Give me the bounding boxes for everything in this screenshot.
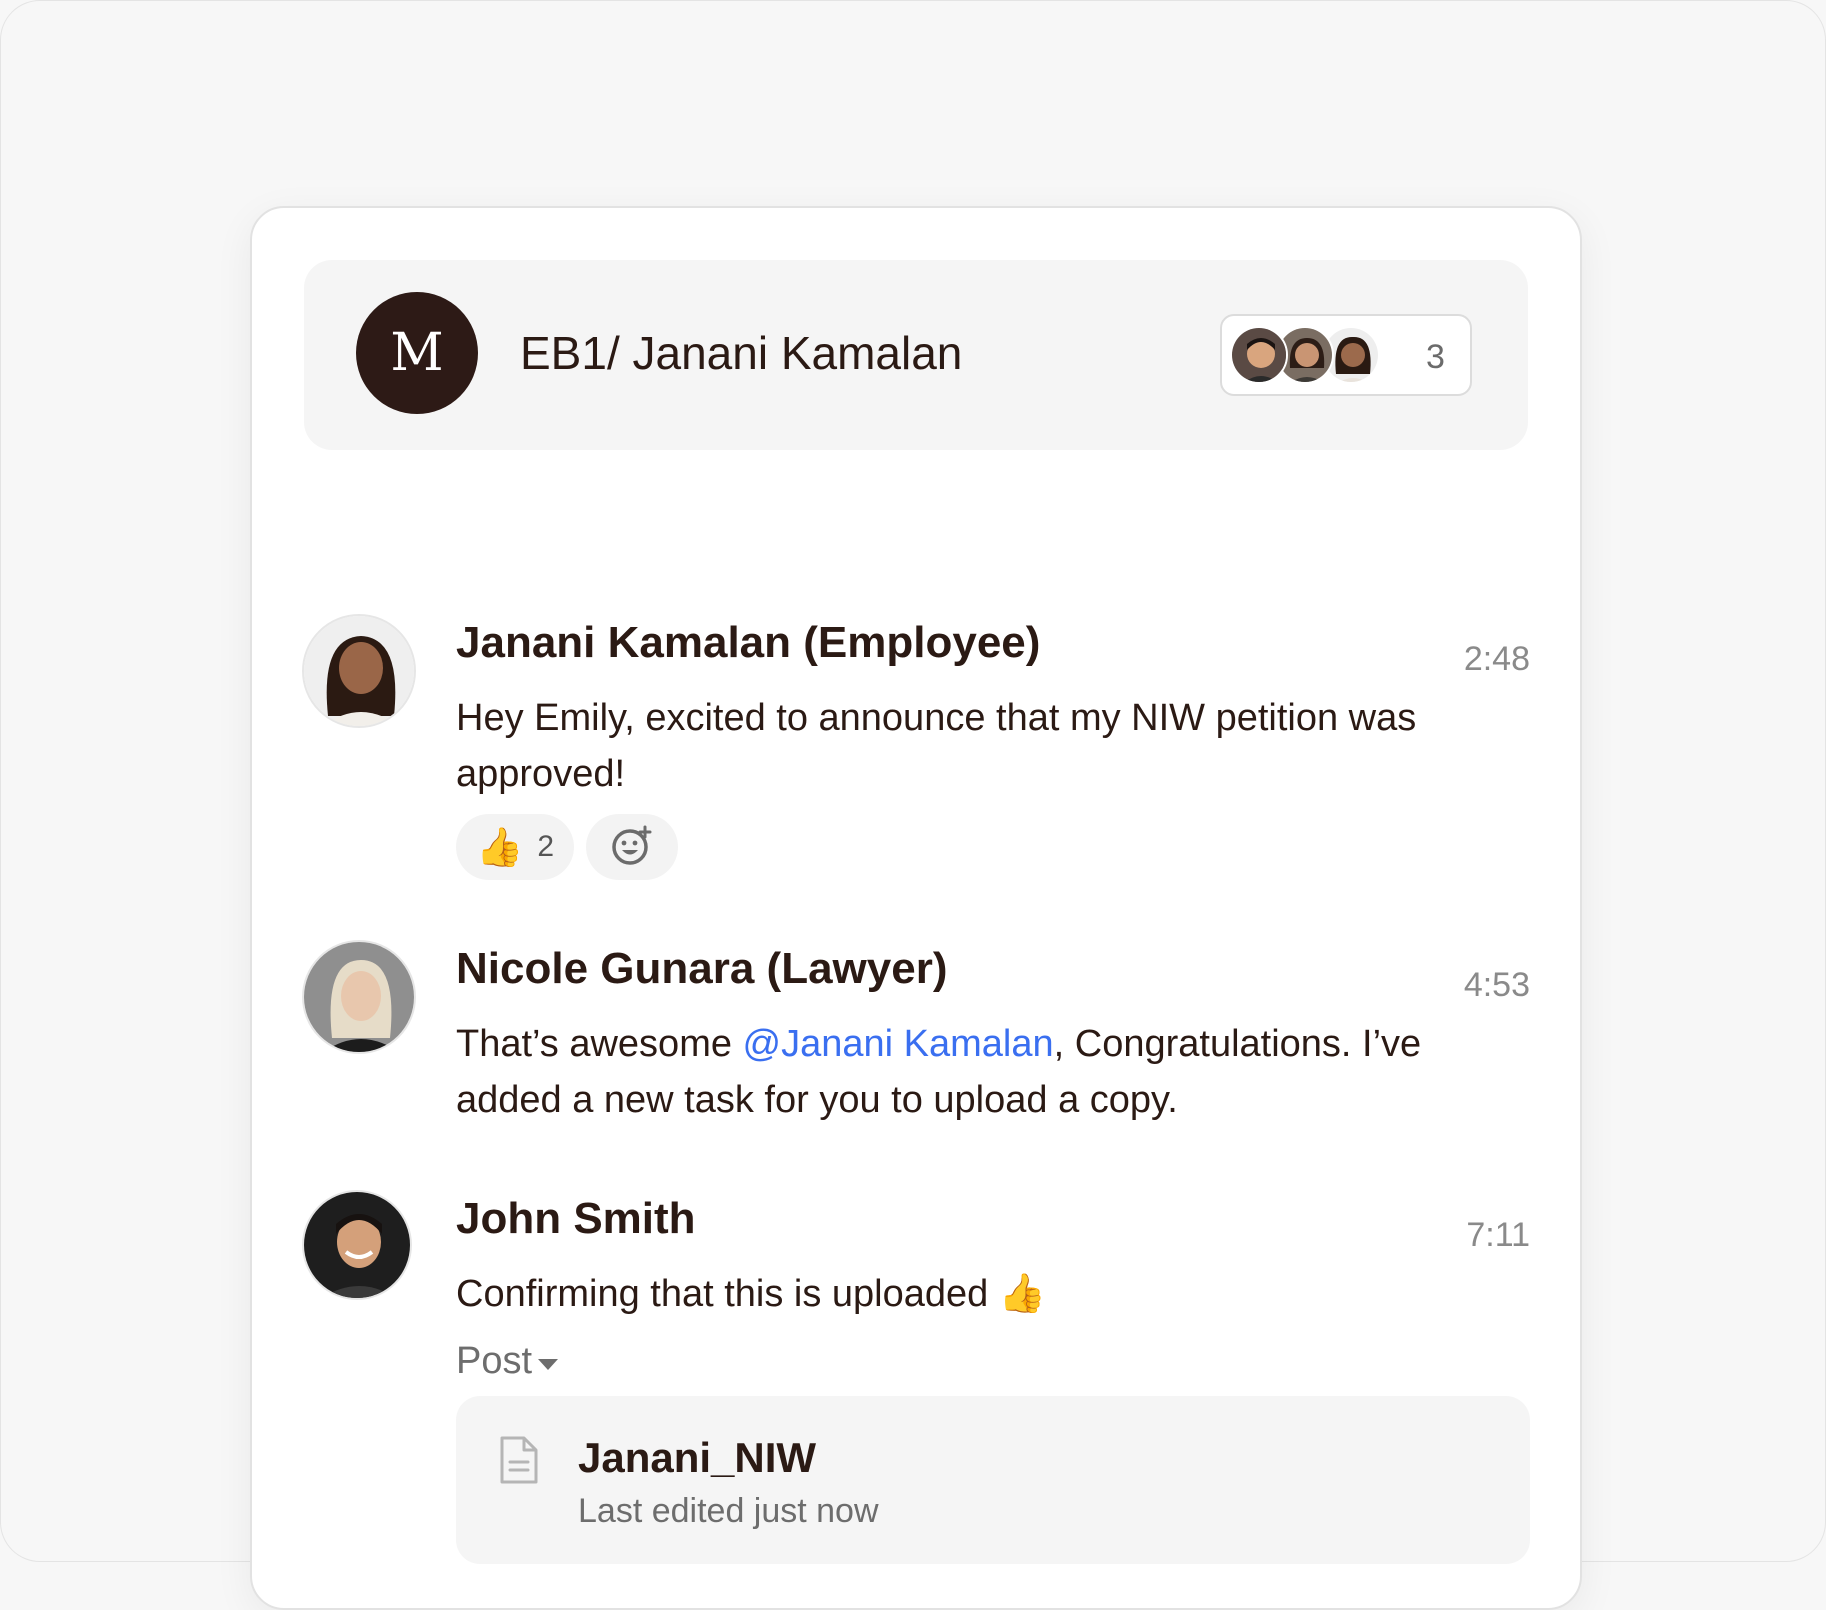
author-name[interactable]: Nicole Gunara (Lawyer) bbox=[456, 944, 947, 994]
reaction-count: 2 bbox=[537, 830, 555, 863]
members-button[interactable]: 3 bbox=[1220, 314, 1472, 396]
author-name[interactable]: John Smith bbox=[456, 1194, 696, 1244]
member-count: 3 bbox=[1426, 338, 1445, 376]
message-text: Confirming that this is uploaded 👍 bbox=[456, 1273, 1047, 1315]
post-label: Post bbox=[456, 1340, 533, 1382]
document-icon bbox=[498, 1434, 540, 1491]
message-item: Nicole Gunara (Lawyer) 4:53 That’s aweso… bbox=[302, 940, 1530, 1140]
channel-header: M EB1/ Janani Kamalan 3 bbox=[304, 260, 1528, 450]
message-time: 2:48 bbox=[1463, 640, 1530, 678]
message-text: That’s awesome @Janani Kamalan, Congratu… bbox=[456, 1016, 1456, 1128]
member-avatar bbox=[1230, 326, 1288, 384]
chat-card: M EB1/ Janani Kamalan 3 Janani Kamalan (… bbox=[250, 206, 1582, 1610]
avatar[interactable] bbox=[302, 940, 416, 1054]
thumbs-up-emoji: 👍 bbox=[476, 824, 524, 869]
channel-title: EB1/ Janani Kamalan bbox=[520, 327, 963, 379]
message-text: Hey Emily, excited to announce that my N… bbox=[456, 697, 1417, 795]
add-reaction-icon bbox=[610, 823, 654, 872]
reaction-bar: 👍 2 bbox=[456, 814, 679, 880]
avatar[interactable] bbox=[302, 614, 416, 728]
file-name: Janani_NIW bbox=[578, 1434, 817, 1481]
caret-down-icon bbox=[538, 1359, 559, 1370]
message-item: John Smith 7:11 Confirming that this is … bbox=[302, 1190, 1530, 1608]
author-name[interactable]: Janani Kamalan (Employee) bbox=[456, 618, 1040, 668]
message-time: 7:11 bbox=[1466, 1216, 1530, 1254]
add-reaction-button[interactable] bbox=[586, 814, 679, 880]
message-item: Janani Kamalan (Employee) 2:48 Hey Emily… bbox=[302, 614, 1530, 894]
avatar[interactable] bbox=[302, 1190, 412, 1300]
message-time: 4:53 bbox=[1463, 966, 1530, 1004]
message-text-part: That’s awesome bbox=[456, 1023, 743, 1065]
channel-avatar[interactable]: M bbox=[356, 292, 478, 414]
file-meta: Last edited just now bbox=[578, 1492, 879, 1530]
post-dropdown[interactable]: Post bbox=[456, 1340, 559, 1383]
user-mention[interactable]: @Janani Kamalan bbox=[743, 1023, 1054, 1065]
thumbs-up-reaction[interactable]: 👍 2 bbox=[456, 814, 575, 880]
file-attachment[interactable]: Janani_NIW Last edited just now bbox=[456, 1396, 1530, 1564]
